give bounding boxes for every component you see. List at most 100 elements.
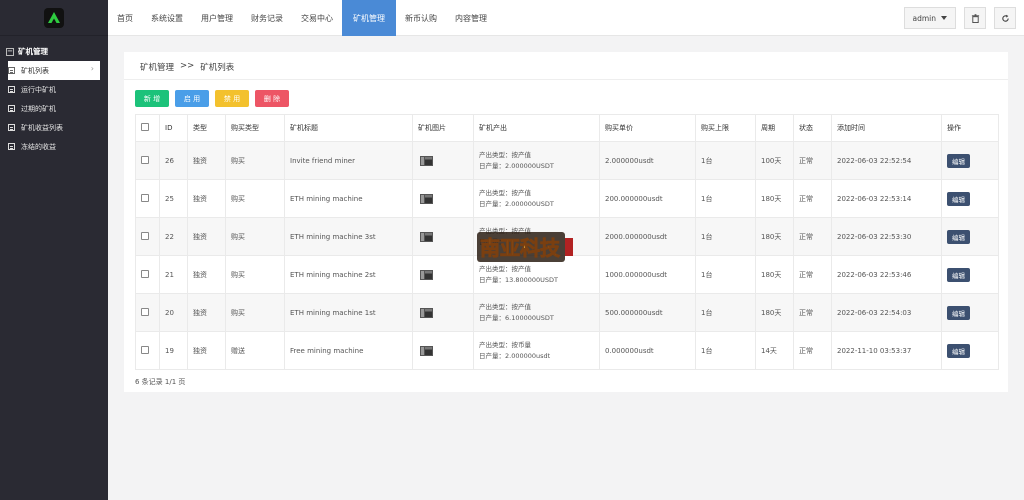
cell-cycle: 100天 [755, 141, 794, 180]
cell-limit: 1台 [695, 141, 756, 180]
nav-miner-management[interactable]: 矿机管理 [342, 0, 396, 36]
table-row: 26 独资 购买 Invite friend miner 产出类型：按产值 日产量… [135, 141, 999, 180]
cell-status: 正常 [793, 331, 832, 370]
output-daily: 日产量：2.000000usdt [479, 351, 551, 360]
doc-icon [8, 67, 15, 74]
cell-limit: 1台 [695, 331, 756, 370]
edit-button[interactable]: 编辑 [947, 267, 970, 282]
menu-group-label: 矿机管理 [18, 47, 48, 56]
row-checkbox[interactable] [141, 193, 149, 202]
cell-price: 200.000000usdt [599, 179, 696, 218]
col-header-status: 状态 [793, 114, 832, 142]
add-button[interactable]: 新 增 [135, 90, 169, 107]
col-header-id[interactable]: ID [159, 114, 188, 142]
cell-id: 21 [159, 255, 188, 294]
miner-image-icon[interactable] [418, 153, 436, 169]
breadcrumb-parent[interactable]: 矿机管理 [140, 61, 174, 73]
disable-button[interactable]: 禁 用 [215, 90, 249, 107]
cell-added-time: 2022-06-03 22:54:03 [831, 293, 942, 332]
breadcrumb-separator: >> [180, 61, 195, 71]
miner-image-icon[interactable] [418, 343, 436, 359]
user-menu-button[interactable]: admin [903, 7, 956, 29]
edit-button[interactable]: 编辑 [947, 191, 970, 206]
sidebar-item-running-miners[interactable]: 运行中矿机 [8, 80, 100, 99]
edit-button[interactable]: 编辑 [947, 305, 970, 320]
nav-home[interactable]: 首页 [108, 0, 142, 36]
col-header-cycle: 周期 [755, 114, 794, 142]
cell-actions: 编辑 [941, 255, 999, 294]
col-header-type: 类型 [187, 114, 226, 142]
breadcrumb: 矿机管理 >> 矿机列表 [140, 61, 234, 73]
cell-added-time: 2022-06-03 22:53:46 [831, 255, 942, 294]
enable-button[interactable]: 启 用 [175, 90, 209, 107]
cell-actions: 编辑 [941, 217, 999, 256]
output-daily: 日产量：2.000000USDT [479, 199, 554, 208]
miner-image-icon[interactable] [418, 191, 436, 207]
nav-trading-center[interactable]: 交易中心 [292, 0, 342, 36]
cell-status: 正常 [793, 179, 832, 218]
cell-price: 500.000000usdt [599, 293, 696, 332]
refresh-button[interactable] [994, 7, 1016, 29]
row-checkbox-cell [135, 141, 160, 180]
nav-finance-records[interactable]: 财务记录 [242, 0, 292, 36]
row-checkbox-cell [135, 331, 160, 370]
miner-image-icon[interactable] [418, 267, 436, 283]
cell-type: 独资 [187, 255, 226, 294]
chevron-right-icon: › [90, 64, 94, 73]
sidebar-item-miner-earnings[interactable]: 矿机收益列表 [8, 118, 100, 137]
select-all-cell [135, 114, 160, 142]
output-type: 产出类型：按产值 [479, 150, 531, 159]
row-checkbox-cell [135, 179, 160, 218]
output-type: 产出类型：按产值 [479, 302, 531, 311]
cell-buy-type: 购买 [225, 293, 285, 332]
row-checkbox[interactable] [141, 269, 149, 278]
cell-output: 产出类型：按币量 日产量：2.000000usdt [473, 331, 600, 370]
select-all-checkbox[interactable] [141, 123, 149, 131]
cell-actions: 编辑 [941, 141, 999, 180]
cell-cycle: 180天 [755, 217, 794, 256]
row-checkbox[interactable] [141, 155, 149, 164]
edit-button[interactable]: 编辑 [947, 229, 970, 244]
cell-buy-type: 购买 [225, 141, 285, 180]
miner-image-icon[interactable] [418, 305, 436, 321]
cell-title: ETH mining machine 2st [284, 255, 413, 294]
logo-icon[interactable] [44, 7, 64, 28]
menu-group-miner[interactable]: − 矿机管理 [0, 36, 108, 61]
sidebar-item-label: 运行中矿机 [21, 85, 56, 94]
cell-added-time: 2022-06-03 22:52:54 [831, 141, 942, 180]
cell-id: 20 [159, 293, 188, 332]
clear-cache-button[interactable] [964, 7, 986, 29]
nav-content-management[interactable]: 内容管理 [446, 0, 496, 36]
edit-button[interactable]: 编辑 [947, 343, 970, 358]
refresh-icon [1001, 14, 1009, 22]
cell-added-time: 2022-11-10 03:53:37 [831, 331, 942, 370]
cell-cycle: 180天 [755, 293, 794, 332]
sidebar-item-miner-list[interactable]: 矿机列表 › [8, 61, 100, 80]
cell-output: 产出类型：按产值 日产量：6.100000USDT [473, 293, 600, 332]
cell-image [412, 331, 474, 370]
sidebar: − 矿机管理 矿机列表 › 运行中矿机 过期的矿机 矿机收益列表 冻结的收益 [0, 0, 108, 500]
row-checkbox[interactable] [141, 307, 149, 316]
cell-status: 正常 [793, 141, 832, 180]
miner-image-icon[interactable] [418, 229, 436, 245]
nav-new-coin-subscription[interactable]: 新币认购 [396, 0, 446, 36]
nav-user-management[interactable]: 用户管理 [192, 0, 242, 36]
cell-limit: 1台 [695, 217, 756, 256]
sidebar-item-label: 过期的矿机 [21, 104, 56, 113]
cell-title: Invite friend miner [284, 141, 413, 180]
nav-system-settings[interactable]: 系统设置 [142, 0, 192, 36]
sidebar-item-expired-miners[interactable]: 过期的矿机 [8, 99, 100, 118]
cell-id: 26 [159, 141, 188, 180]
cell-status: 正常 [793, 293, 832, 332]
row-checkbox[interactable] [141, 231, 149, 240]
edit-button[interactable]: 编辑 [947, 153, 970, 168]
cell-image [412, 141, 474, 180]
delete-button[interactable]: 删 除 [255, 90, 289, 107]
cell-image [412, 179, 474, 218]
sidebar-item-frozen-earnings[interactable]: 冻结的收益 [8, 137, 100, 156]
cell-id: 22 [159, 217, 188, 256]
doc-icon [8, 143, 15, 150]
cell-added-time: 2022-06-03 22:53:30 [831, 217, 942, 256]
row-checkbox[interactable] [141, 345, 149, 354]
col-header-image: 矿机图片 [412, 114, 474, 142]
